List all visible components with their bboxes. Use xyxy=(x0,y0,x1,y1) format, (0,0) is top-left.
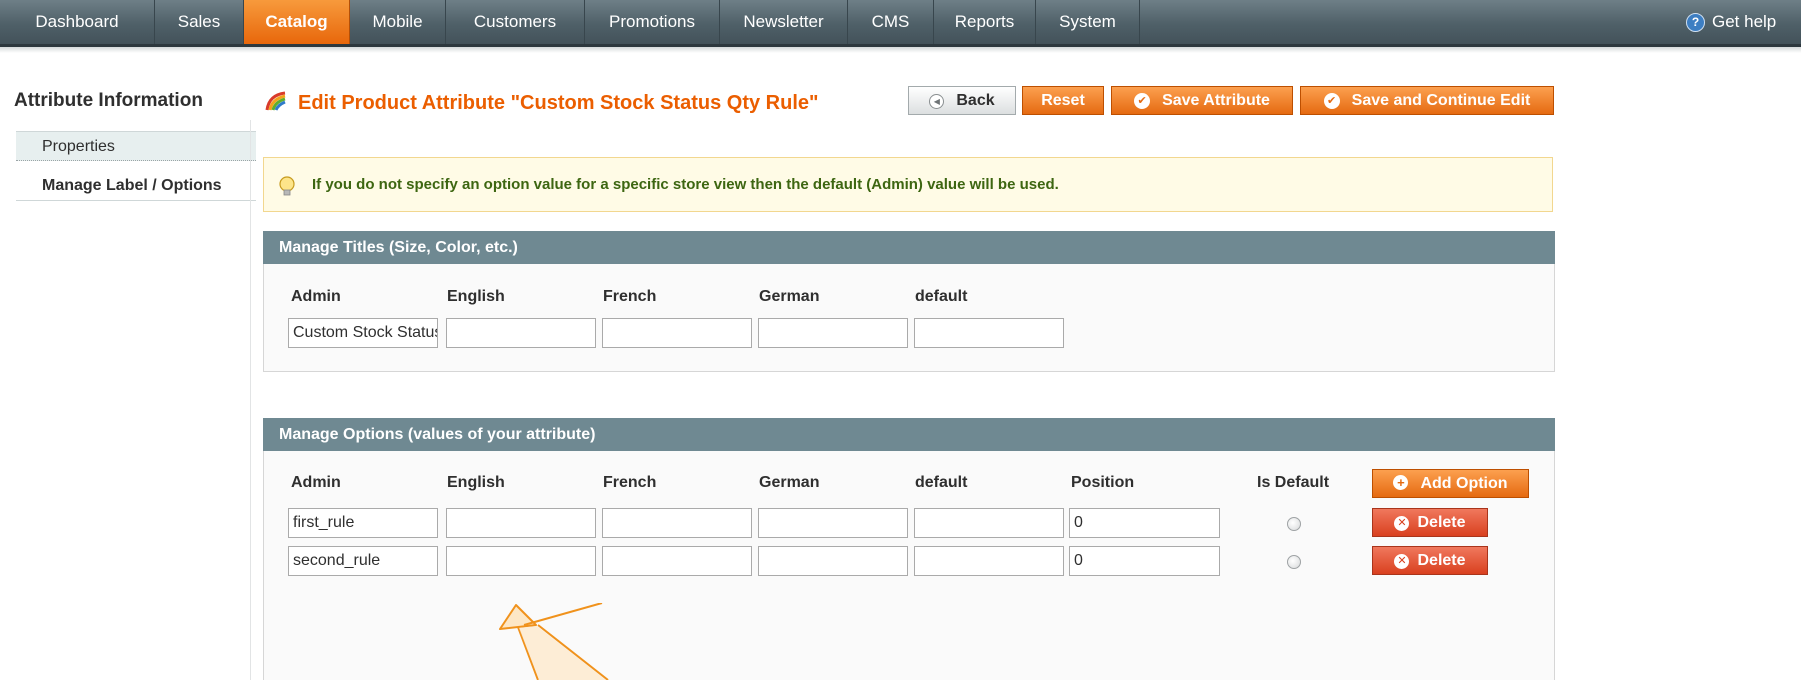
is-default-radio[interactable] xyxy=(1287,555,1301,569)
manage-titles-heading: Manage Titles (Size, Color, etc.) xyxy=(263,231,1555,264)
delete-x-icon: ✕ xyxy=(1394,554,1410,569)
col-default: default xyxy=(915,288,968,305)
save-continue-label: Save and Continue Edit xyxy=(1351,92,1531,109)
reset-button-label: Reset xyxy=(1041,92,1085,109)
save-attribute-button[interactable]: ✔ Save Attribute xyxy=(1111,86,1293,115)
add-option-button[interactable]: + Add Option xyxy=(1372,469,1529,498)
col-admin: Admin xyxy=(291,474,341,491)
delete-label: Delete xyxy=(1417,514,1466,531)
nav-item-reports[interactable]: Reports xyxy=(934,0,1036,44)
option-admin-field[interactable]: first_rule xyxy=(288,508,438,538)
checkmark-icon: ✔ xyxy=(1323,93,1340,109)
title-german-field[interactable] xyxy=(758,318,908,348)
option-german-field[interactable] xyxy=(758,546,908,576)
nav-item-cms[interactable]: CMS xyxy=(848,0,934,44)
notice-box: If you do not specify an option value fo… xyxy=(263,157,1553,212)
option-admin-field[interactable]: second_rule xyxy=(288,546,438,576)
col-german: German xyxy=(759,474,820,491)
callout-arrow-icon xyxy=(499,603,609,680)
add-option-label: Add Option xyxy=(1420,475,1508,492)
delete-label: Delete xyxy=(1417,552,1466,569)
checkmark-icon: ✔ xyxy=(1134,93,1151,109)
delete-option-button[interactable]: ✕ Delete xyxy=(1372,546,1488,575)
back-arrow-icon: ◀ xyxy=(929,94,945,109)
option-french-field[interactable] xyxy=(602,546,752,576)
col-position: Position xyxy=(1071,474,1135,491)
sidebar-tab-properties[interactable]: Properties xyxy=(16,131,256,161)
save-attribute-label: Save Attribute xyxy=(1162,92,1270,109)
nav-item-mobile[interactable]: Mobile xyxy=(350,0,446,44)
option-position-field[interactable]: 0 xyxy=(1069,508,1220,538)
manage-titles-body: Admin English French German default Cust… xyxy=(263,264,1555,372)
nav-item-customers[interactable]: Customers xyxy=(446,0,585,44)
col-english: English xyxy=(447,474,505,491)
col-default: default xyxy=(915,474,968,491)
nav-item-system[interactable]: System xyxy=(1036,0,1140,44)
col-is-default: Is Default xyxy=(1257,474,1330,491)
title-french-field[interactable] xyxy=(602,318,752,348)
nav-shadow xyxy=(0,47,1801,53)
sidebar-divider xyxy=(250,120,251,680)
option-default-field[interactable] xyxy=(914,508,1064,538)
page-title: Edit Product Attribute "Custom Stock Sta… xyxy=(298,92,819,114)
nav-item-newsletter[interactable]: Newsletter xyxy=(720,0,848,44)
option-default-field[interactable] xyxy=(914,546,1064,576)
col-english: English xyxy=(447,288,505,305)
reset-button[interactable]: Reset xyxy=(1022,86,1104,115)
lightbulb-icon xyxy=(279,176,295,196)
sidebar-tab-manage-label-options[interactable]: Manage Label / Options xyxy=(16,171,256,201)
col-german: German xyxy=(759,288,820,305)
notice-text: If you do not specify an option value fo… xyxy=(312,176,1059,193)
option-german-field[interactable] xyxy=(758,508,908,538)
rainbow-icon xyxy=(265,91,286,111)
get-help-link[interactable]: ? Get help xyxy=(1686,0,1801,44)
delete-x-icon: ✕ xyxy=(1394,516,1410,531)
nav-item-sales[interactable]: Sales xyxy=(155,0,244,44)
nav-item-dashboard[interactable]: Dashboard xyxy=(0,0,155,44)
delete-option-button[interactable]: ✕ Delete xyxy=(1372,508,1488,537)
get-help-label: Get help xyxy=(1712,12,1777,31)
option-french-field[interactable] xyxy=(602,508,752,538)
plus-icon: + xyxy=(1393,475,1409,490)
manage-options-body: Admin English French German default Posi… xyxy=(263,451,1555,680)
top-nav: Dashboard Sales Catalog Mobile Customers… xyxy=(0,0,1801,47)
nav-item-catalog[interactable]: Catalog xyxy=(244,0,350,44)
manage-options-heading: Manage Options (values of your attribute… xyxy=(263,418,1555,451)
option-position-field[interactable]: 0 xyxy=(1069,546,1220,576)
is-default-radio[interactable] xyxy=(1287,517,1301,531)
col-admin: Admin xyxy=(291,288,341,305)
option-english-field[interactable] xyxy=(446,508,596,538)
col-french: French xyxy=(603,288,657,305)
title-english-field[interactable] xyxy=(446,318,596,348)
nav-item-promotions[interactable]: Promotions xyxy=(585,0,720,44)
option-english-field[interactable] xyxy=(446,546,596,576)
col-french: French xyxy=(603,474,657,491)
title-default-field[interactable] xyxy=(914,318,1064,348)
title-admin-field[interactable]: Custom Stock Status Qty Rule xyxy=(288,318,438,348)
save-continue-button[interactable]: ✔ Save and Continue Edit xyxy=(1300,86,1554,115)
sidebar-title: Attribute Information xyxy=(14,90,203,111)
help-icon: ? xyxy=(1686,13,1705,32)
back-button-label: Back xyxy=(956,92,995,109)
back-button[interactable]: ◀ Back xyxy=(908,86,1016,115)
